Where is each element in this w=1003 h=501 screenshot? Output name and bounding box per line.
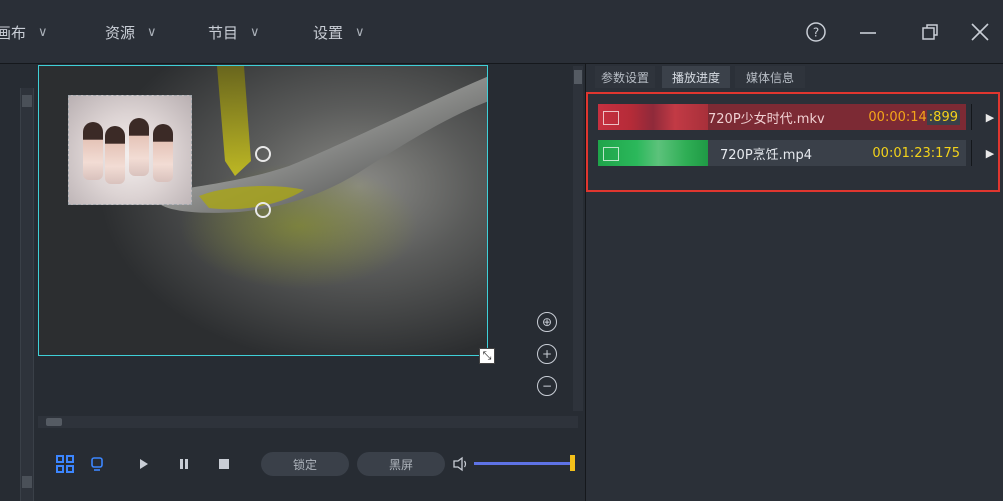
chevron-down-icon: ∨	[250, 24, 260, 40]
lock-button-label: 锁定	[292, 457, 317, 472]
menu-programs-label: 节目	[208, 23, 239, 42]
row-divider	[971, 140, 972, 166]
media-row[interactable]: 720P烹饪.mp4 00:01:23:175	[598, 140, 966, 166]
black-screen-button[interactable]: 黑屏	[357, 452, 445, 476]
tab-progress-label: 播放进度	[671, 70, 720, 85]
svg-text:?: ?	[813, 26, 819, 40]
menu-resources[interactable]: 资源 ∨	[105, 0, 157, 64]
zoom-in-icon[interactable]: +	[537, 344, 557, 364]
left-vertical-scrollbar[interactable]	[20, 88, 34, 501]
scroll-thumb[interactable]	[46, 418, 62, 426]
media-row[interactable]: 720P少女时代.mkv 00:00:14:899	[598, 104, 966, 130]
chevron-down-icon: ∨	[147, 24, 157, 40]
overlay-video-layer[interactable]	[68, 95, 192, 205]
center-target-icon[interactable]: ⊕	[537, 312, 557, 332]
scroll-up-arrow[interactable]	[22, 95, 32, 107]
preview-canvas[interactable]	[38, 65, 488, 356]
overlay-figure	[105, 126, 125, 184]
media-thumbnail	[598, 140, 708, 166]
tab-progress[interactable]: 播放进度	[662, 66, 730, 88]
media-time: 00:01:23:175	[872, 140, 960, 166]
help-icon[interactable]: ?	[798, 14, 834, 50]
menu-settings[interactable]: 设置 ∨	[313, 0, 365, 64]
overlay-figure	[153, 124, 173, 182]
tab-media-info[interactable]: 媒体信息	[735, 66, 805, 88]
play-icon[interactable]: ▶	[984, 140, 996, 166]
menu-resources-label: 资源	[105, 23, 136, 42]
media-name: 720P烹饪.mp4	[720, 147, 812, 163]
media-time-main: 00:00:14	[868, 109, 927, 125]
play-icon[interactable]: ▶	[984, 104, 996, 130]
volume-icon[interactable]	[452, 452, 470, 476]
restore-icon[interactable]	[912, 14, 948, 50]
black-screen-button-label: 黑屏	[388, 457, 413, 472]
grid-view-icon[interactable]	[54, 452, 76, 476]
zoom-out-icon[interactable]: −	[537, 376, 557, 396]
menu-programs[interactable]: 节目 ∨	[208, 0, 260, 64]
media-thumbnail	[598, 104, 708, 130]
volume-slider-thumb[interactable]	[570, 455, 575, 471]
close-icon[interactable]	[962, 14, 998, 50]
tab-params-label: 参数设置	[600, 70, 649, 85]
monitor-view-icon[interactable]	[88, 452, 106, 476]
menu-settings-label: 设置	[313, 23, 344, 42]
media-time-main: 00:01:23:175	[872, 145, 960, 161]
tab-media-info-label: 媒体信息	[745, 70, 794, 85]
scroll-down-arrow[interactable]	[22, 476, 32, 488]
tab-params[interactable]: 参数设置	[595, 66, 655, 88]
volume-slider-track[interactable]	[474, 462, 570, 465]
pause-icon[interactable]	[176, 452, 192, 476]
chevron-down-icon: ∨	[38, 24, 48, 40]
menu-canvas-label: 画布	[0, 23, 27, 42]
minimize-icon[interactable]	[850, 14, 886, 50]
lock-button[interactable]: 锁定	[261, 452, 349, 476]
resize-handle-icon[interactable]: ⤡	[479, 348, 495, 364]
media-time-ms: :899	[926, 109, 960, 125]
scroll-thumb[interactable]	[574, 70, 582, 84]
menu-canvas[interactable]: 画布 ∨	[0, 0, 48, 64]
media-time: 00:00:14:899	[868, 104, 960, 130]
overlay-figure	[129, 118, 149, 176]
stop-icon[interactable]	[216, 452, 232, 476]
film-icon	[603, 147, 619, 161]
anchor-handle[interactable]	[255, 202, 271, 218]
canvas-vertical-scrollbar[interactable]	[573, 66, 583, 411]
chevron-down-icon: ∨	[355, 24, 365, 40]
canvas-horizontal-scrollbar[interactable]	[38, 416, 578, 428]
media-name: 720P少女时代.mkv	[708, 111, 825, 127]
overlay-figure	[83, 122, 103, 180]
row-divider	[971, 104, 972, 130]
film-icon	[603, 111, 619, 125]
rotate-handle[interactable]	[255, 146, 271, 162]
play-icon[interactable]	[136, 452, 152, 476]
